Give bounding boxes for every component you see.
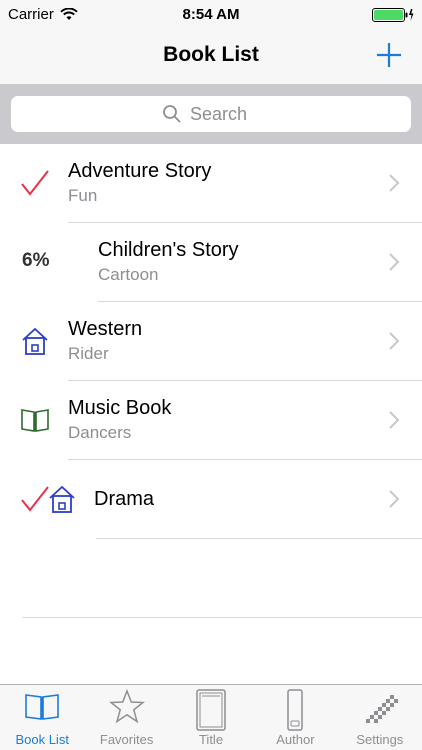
tab-book-list[interactable]: Book List [0,685,84,750]
chevron-right-icon [389,411,400,429]
battery-icon [372,8,414,22]
book-subtitle: Rider [68,344,109,363]
checkmark-icon [21,170,49,196]
tab-label: Author [276,732,315,747]
search-field[interactable] [11,96,411,132]
book-cover-icon [196,689,226,731]
book-title: Western [68,318,143,340]
tab-bar: Book List Favorites Title Author Setting… [0,684,422,750]
chevron-right-icon [389,332,400,350]
list-item[interactable]: Western Rider [0,302,422,381]
tab-settings[interactable]: Settings [338,685,422,750]
tab-label: Favorites [99,732,154,747]
list-item[interactable]: Music Book Dancers [0,381,422,460]
open-book-icon [21,409,49,432]
phone-icon [287,689,304,731]
row-divider [96,538,422,539]
tab-title[interactable]: Title [169,685,253,750]
checker-icon [365,695,398,723]
book-title: Adventure Story [68,160,212,182]
tab-author[interactable]: Author [253,685,337,750]
chevron-right-icon [389,253,400,271]
star-icon [108,689,145,724]
tab-favorites[interactable]: Favorites [84,685,168,750]
book-title: Children's Story [98,239,239,261]
book-subtitle: Fun [68,186,98,205]
page-title: Book List [163,43,259,66]
book-title: Drama [94,488,155,510]
house-icon [49,485,75,513]
book-title: Music Book [68,397,172,419]
chevron-right-icon [389,490,400,508]
book-subtitle: Cartoon [98,265,159,284]
list-item[interactable]: Adventure Story Fun [0,144,422,223]
search-input[interactable] [190,103,260,125]
list-item[interactable]: 6% Children's Story Cartoon [0,223,422,302]
chevron-right-icon [389,174,400,192]
progress-percent: 6% [22,250,50,271]
tab-label: Book List [15,732,69,747]
search-icon [163,105,181,123]
list-item[interactable]: Drama [0,460,422,539]
status-bar: Carrier 8:54 AM [0,0,422,30]
house-icon [22,327,48,355]
open-book-icon [25,694,60,720]
add-book-button[interactable] [374,40,404,70]
empty-row-divider [22,617,422,618]
tab-label: Title [198,732,224,747]
navigation-bar: Book List [0,30,422,84]
tab-label: Settings [356,732,404,747]
search-bar [0,84,422,144]
book-list: Adventure Story Fun 6% Children's Story … [0,144,422,539]
clock: 8:54 AM [182,6,240,23]
checkmark-icon [21,486,49,512]
book-subtitle: Dancers [68,423,132,442]
